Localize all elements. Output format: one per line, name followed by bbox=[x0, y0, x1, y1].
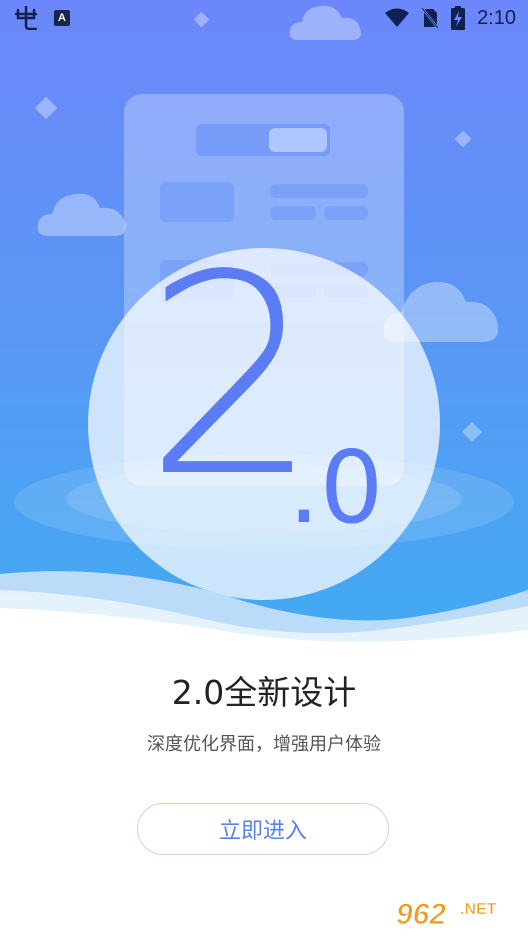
svg-text:.NET: .NET bbox=[460, 901, 497, 918]
page-title: 2.0全新设计 bbox=[171, 673, 357, 712]
sparkle-diamond-icon bbox=[34, 96, 58, 120]
wave-divider bbox=[0, 571, 528, 650]
page-subtitle: 深度优化界面，增强用户体验 bbox=[147, 734, 381, 755]
watermark-logo: 962 .NET 乐游网 bbox=[394, 896, 524, 935]
wifi-icon bbox=[385, 8, 410, 27]
status-bar: A 2:10 bbox=[0, 0, 528, 40]
version-badge: 2 .0 bbox=[88, 248, 440, 600]
no-sim-icon bbox=[421, 7, 440, 29]
version-suffix: .0 bbox=[288, 429, 384, 546]
battery-charging-icon bbox=[451, 6, 466, 30]
svg-text:962: 962 bbox=[396, 898, 446, 931]
cloud-left-icon bbox=[37, 193, 126, 236]
sparkle-diamond-icon bbox=[454, 130, 472, 148]
sparkle-diamond-icon bbox=[462, 422, 482, 442]
app-a-icon: A bbox=[54, 10, 70, 26]
bug-icon bbox=[14, 6, 38, 30]
svg-text:乐游网: 乐游网 bbox=[464, 918, 503, 934]
hero-banner: 2 .0 A 2:10 bbox=[0, 0, 528, 640]
enter-button[interactable]: 立即进入 bbox=[137, 803, 389, 855]
status-time: 2:10 bbox=[477, 6, 516, 29]
